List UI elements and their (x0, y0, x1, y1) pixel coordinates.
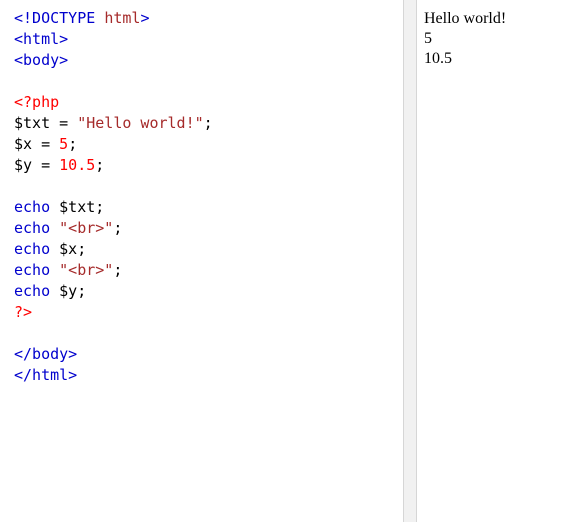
code-token: ; (113, 261, 123, 279)
code-token: ; (68, 135, 78, 153)
code-editor-pane[interactable]: <!DOCTYPE html> <html> <body> <?php $txt = "… (0, 0, 403, 522)
code-token: > (140, 9, 150, 27)
code-token: </body> (14, 345, 78, 363)
code-token: echo (14, 282, 60, 300)
code-token: html (104, 9, 141, 27)
code-line: echo "<br>"; (14, 260, 213, 281)
code-token: $y; (59, 282, 87, 300)
code-token: </html> (14, 366, 78, 384)
code-token: echo (14, 219, 60, 237)
code-line: <body> (14, 50, 213, 71)
result-output-pane: Hello world! 5 10.5 (417, 0, 568, 522)
code-token: echo (14, 261, 60, 279)
code-token: "Hello world!" (77, 114, 204, 132)
code-line: $txt = "Hello world!"; (14, 113, 213, 134)
code-line: </html> (14, 365, 213, 386)
output-line: Hello world! (424, 10, 507, 27)
code-line: <?php (14, 92, 213, 113)
code-token: echo (14, 198, 60, 216)
code-token: <html> (14, 30, 69, 48)
code-token: echo (14, 240, 60, 258)
result-output-text: Hello world! 5 10.5 (424, 9, 506, 69)
code-token: <?php (14, 93, 60, 111)
code-line: $y = 10.5; (14, 155, 213, 176)
code-line: echo $y; (14, 281, 213, 302)
code-token: <!DOCTYPE (14, 9, 105, 27)
code-line: echo $txt; (14, 197, 213, 218)
code-token: 5 (59, 135, 69, 153)
code-token: 10.5 (59, 156, 96, 174)
code-token: $txt; (59, 198, 105, 216)
code-token: ?> (14, 303, 33, 321)
tryit-editor-window: <!DOCTYPE html> <html> <body> <?php $txt = "… (0, 0, 568, 522)
code-line: <html> (14, 29, 213, 50)
code-editor-text[interactable]: <!DOCTYPE html> <html> <body> <?php $txt = "… (14, 8, 213, 386)
code-line: $x = 5; (14, 134, 213, 155)
code-line: </body> (14, 344, 213, 365)
code-line: echo $x; (14, 239, 213, 260)
code-token: $y = (14, 156, 60, 174)
code-token: ; (95, 156, 105, 174)
code-line: ?> (14, 302, 213, 323)
output-line: 5 (424, 30, 432, 47)
code-line: echo "<br>"; (14, 218, 213, 239)
code-token: "<br>" (59, 219, 114, 237)
output-line: 10.5 (424, 50, 452, 67)
code-token: ; (203, 114, 213, 132)
code-token: "<br>" (59, 261, 114, 279)
pane-divider-handle[interactable] (403, 0, 417, 522)
code-token: $x; (59, 240, 87, 258)
code-token: ; (113, 219, 123, 237)
code-line: <!DOCTYPE html> (14, 8, 213, 29)
code-token: <body> (14, 51, 69, 69)
code-token: $x = (14, 135, 60, 153)
code-token: $txt = (14, 114, 78, 132)
